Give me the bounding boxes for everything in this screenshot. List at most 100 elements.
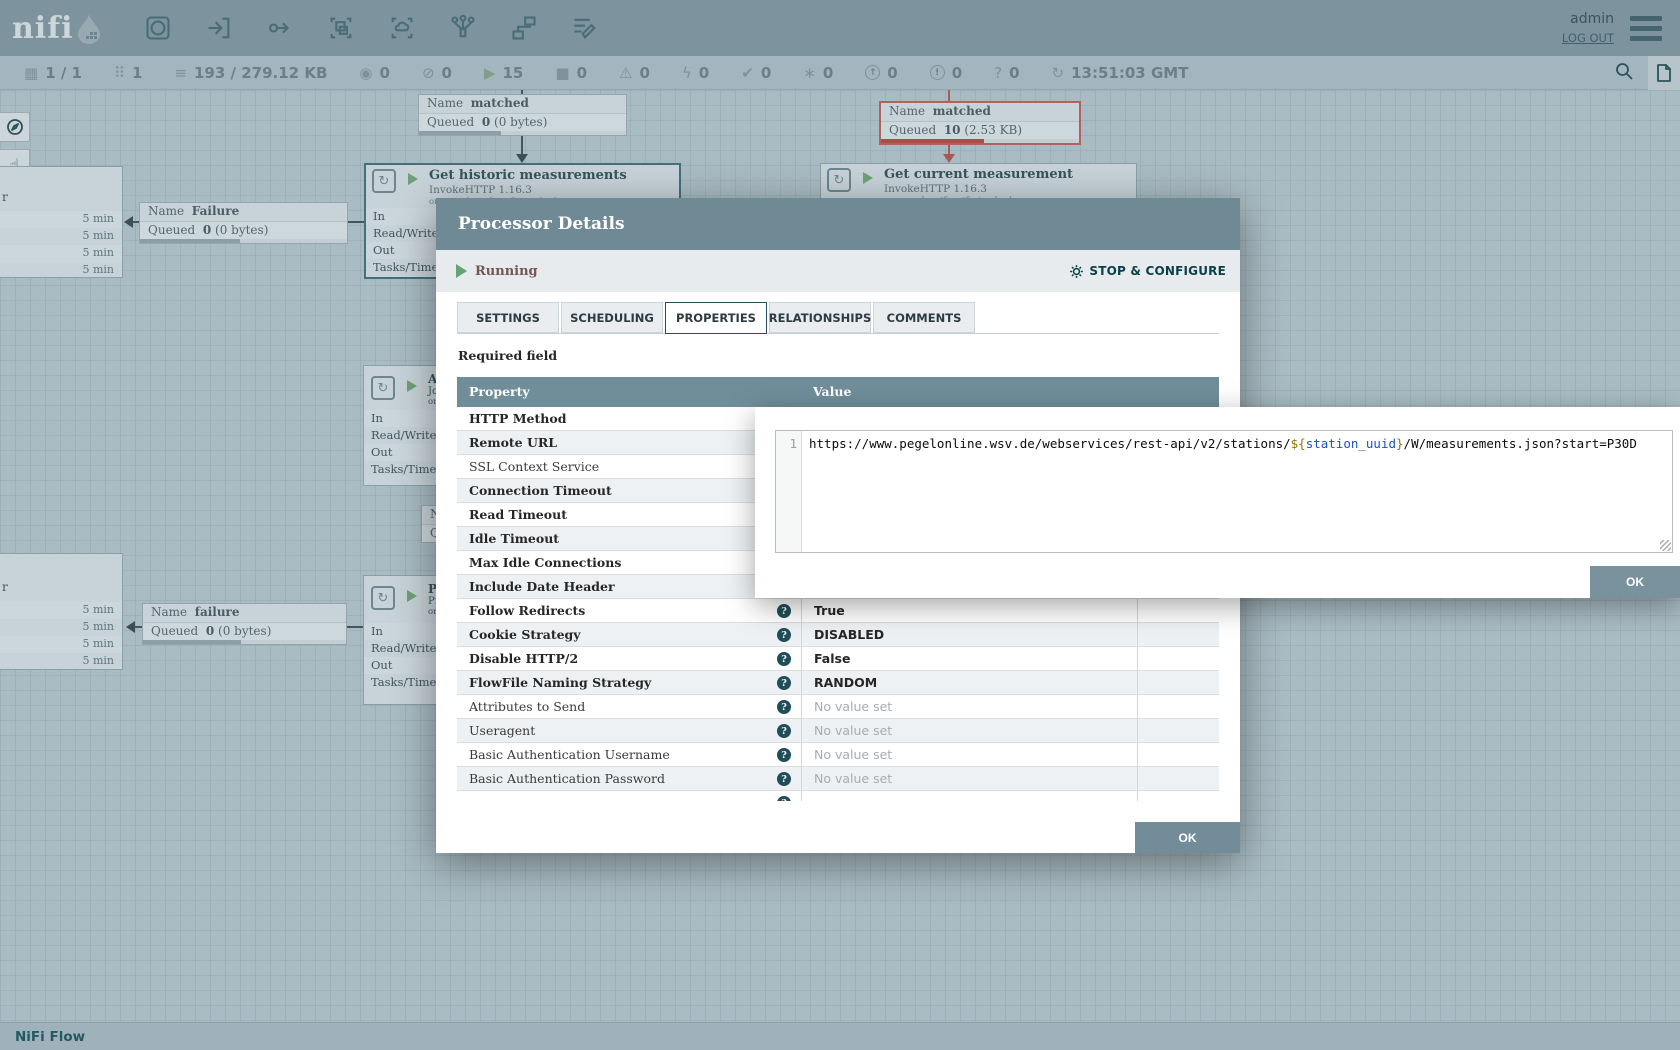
arrowhead-matched-alert (943, 154, 955, 163)
running-indicator-icon (863, 172, 873, 184)
sync-failure-icon: ? (994, 64, 1002, 82)
transmitting-icon: ◉ (359, 64, 372, 82)
logout-link[interactable]: LOG OUT (1562, 31, 1614, 45)
running-status-icon (456, 264, 467, 278)
breadcrumb[interactable]: NiFi Flow (15, 1029, 85, 1045)
stop-and-configure-button[interactable]: STOP & CONFIGURE (1069, 264, 1226, 279)
dialog-title: Processor Details (458, 214, 625, 234)
navigate-palette-button[interactable] (0, 112, 30, 142)
table-row: Basic Authentication Password?No value s… (457, 767, 1219, 791)
processor-type: InvokeHTTP 1.16.3 (884, 183, 987, 195)
queued-icon: ≡ (174, 64, 187, 82)
dialog-ok-button[interactable]: OK (1135, 822, 1240, 853)
processor-icon[interactable] (144, 14, 172, 42)
value-column-header: Value (801, 377, 1137, 407)
invokehttp-processor-icon: ↻ (827, 168, 851, 192)
processor-title: Get historic measurements (429, 168, 627, 183)
clipped-title-fragment: r (2, 580, 8, 594)
processor-type: InvokeHTTP 1.16.3 (429, 184, 532, 196)
help-icon[interactable]: ? (777, 652, 791, 666)
status-bar: ▦1 / 1 ⠿1 ≡193 / 279.12 KB ◉0 ⊘0 ▶15 ■0 … (0, 56, 1680, 90)
connection-label-matched-alert[interactable]: Name matched Queued 10 (2.53 KB) (879, 101, 1081, 145)
connection-label-matched-top[interactable]: Name matched Queued 0 (0 bytes) (418, 94, 627, 136)
tab-properties[interactable]: PROPERTIES (665, 302, 767, 334)
output-port-icon[interactable] (266, 14, 294, 42)
stale-icon: ↑ (865, 65, 880, 80)
help-icon[interactable]: ? (777, 724, 791, 738)
help-icon[interactable]: ? (777, 700, 791, 714)
table-row: FlowFile Naming Strategy?RANDOM (457, 671, 1219, 695)
running-status-label: Running (475, 264, 538, 279)
invokehttp-processor-icon: ↻ (372, 169, 396, 193)
app-header: nifi admin LOG OUT (0, 0, 1680, 56)
tab-comments[interactable]: COMMENTS (873, 302, 975, 333)
table-row: Useragent?No value set (457, 719, 1219, 743)
processor-clipped-top-left[interactable]: 5 min 5 min 5 min 5 min (0, 166, 123, 278)
expression-language-variable: station_uuid (1306, 436, 1396, 451)
stat-connected-nodes: ▦1 / 1 (24, 64, 82, 82)
stat-transmitting: ◉0 (359, 64, 390, 82)
stat-stale: ↑0 (865, 64, 897, 82)
running-icon: ▶ (484, 64, 496, 82)
connection-label-failure-bottom[interactable]: Name failure Queued 0 (0 bytes) (142, 603, 347, 645)
remote-process-group-icon[interactable] (388, 14, 416, 42)
table-row: ? (457, 791, 1219, 801)
processor-icon: ↻ (371, 376, 395, 400)
invalid-icon: ⚠ (619, 64, 632, 82)
stat-locally-modified-stale: !0 (930, 64, 962, 82)
table-row: Cookie Strategy?DISABLED (457, 623, 1219, 647)
nifi-logo: nifi (12, 11, 122, 46)
template-icon[interactable] (510, 14, 538, 42)
dialog-tabs: SETTINGS SCHEDULING PROPERTIES RELATIONS… (457, 302, 1219, 334)
stat-not-transmitting: ⊘0 (422, 64, 452, 82)
stat-sync-failure: ?0 (994, 64, 1019, 82)
processor-icon: ↻ (371, 586, 395, 610)
search-icon[interactable] (1614, 61, 1634, 85)
help-icon[interactable]: ? (777, 748, 791, 762)
stat-locally-modified: ∗0 (803, 64, 833, 82)
value-editor-textarea[interactable]: 1 https://www.pegelonline.wsv.de/webserv… (775, 430, 1673, 553)
label-icon[interactable] (571, 14, 599, 42)
connection-label-failure-top[interactable]: Name Failure Queued 0 (0 bytes) (139, 202, 348, 244)
process-group-icon[interactable] (327, 14, 355, 42)
help-icon[interactable]: ? (777, 796, 791, 801)
gear-icon (1069, 264, 1084, 279)
refresh-icon[interactable]: ↻ (1052, 64, 1065, 82)
flow-settings-button[interactable] (1648, 56, 1680, 90)
not-transmitting-icon: ⊘ (422, 64, 435, 82)
table-row: Basic Authentication Username?No value s… (457, 743, 1219, 767)
help-icon[interactable]: ? (777, 772, 791, 786)
stat-invalid: ⚠0 (619, 64, 650, 82)
last-refresh[interactable]: ↻13:51:03 GMT (1052, 64, 1189, 82)
nifi-logo-text: nifi (12, 11, 74, 46)
running-indicator-icon (407, 590, 417, 602)
stopped-icon: ■ (555, 64, 569, 82)
arrowhead-failure-bottom (126, 621, 135, 633)
help-icon[interactable]: ? (777, 604, 791, 618)
editor-ok-button[interactable]: OK (1590, 566, 1680, 598)
line-number-gutter: 1 (776, 431, 802, 552)
arrowhead-matched-top (516, 154, 528, 163)
running-indicator-icon (408, 173, 418, 185)
dialog-header: Processor Details (436, 198, 1240, 250)
funnel-icon[interactable] (449, 14, 477, 42)
help-icon[interactable]: ? (777, 628, 791, 642)
table-row: Disable HTTP/2?False (457, 647, 1219, 671)
disabled-icon: ϟ (682, 64, 692, 82)
input-port-icon[interactable] (205, 14, 233, 42)
help-icon[interactable]: ? (777, 676, 791, 690)
properties-table-header: Property Value (457, 377, 1219, 407)
tab-settings[interactable]: SETTINGS (457, 302, 559, 333)
remote-url-value[interactable]: https://www.pegelonline.wsv.de/webservic… (802, 431, 1637, 552)
stat-running: ▶15 (484, 64, 523, 82)
arrowhead-failure-top (124, 216, 133, 228)
tab-relationships[interactable]: RELATIONSHIPS (769, 302, 871, 333)
property-column-header: Property (457, 377, 801, 407)
clipped-title-fragment: r (2, 190, 8, 204)
running-indicator-icon (407, 380, 417, 392)
resize-handle[interactable] (1660, 540, 1671, 551)
global-menu-icon[interactable] (1630, 16, 1662, 41)
processor-clipped-bottom-left[interactable]: 5 min 5 min 5 min 5 min (0, 553, 123, 670)
stat-disabled: ϟ0 (682, 64, 709, 82)
tab-scheduling[interactable]: SCHEDULING (561, 302, 663, 333)
